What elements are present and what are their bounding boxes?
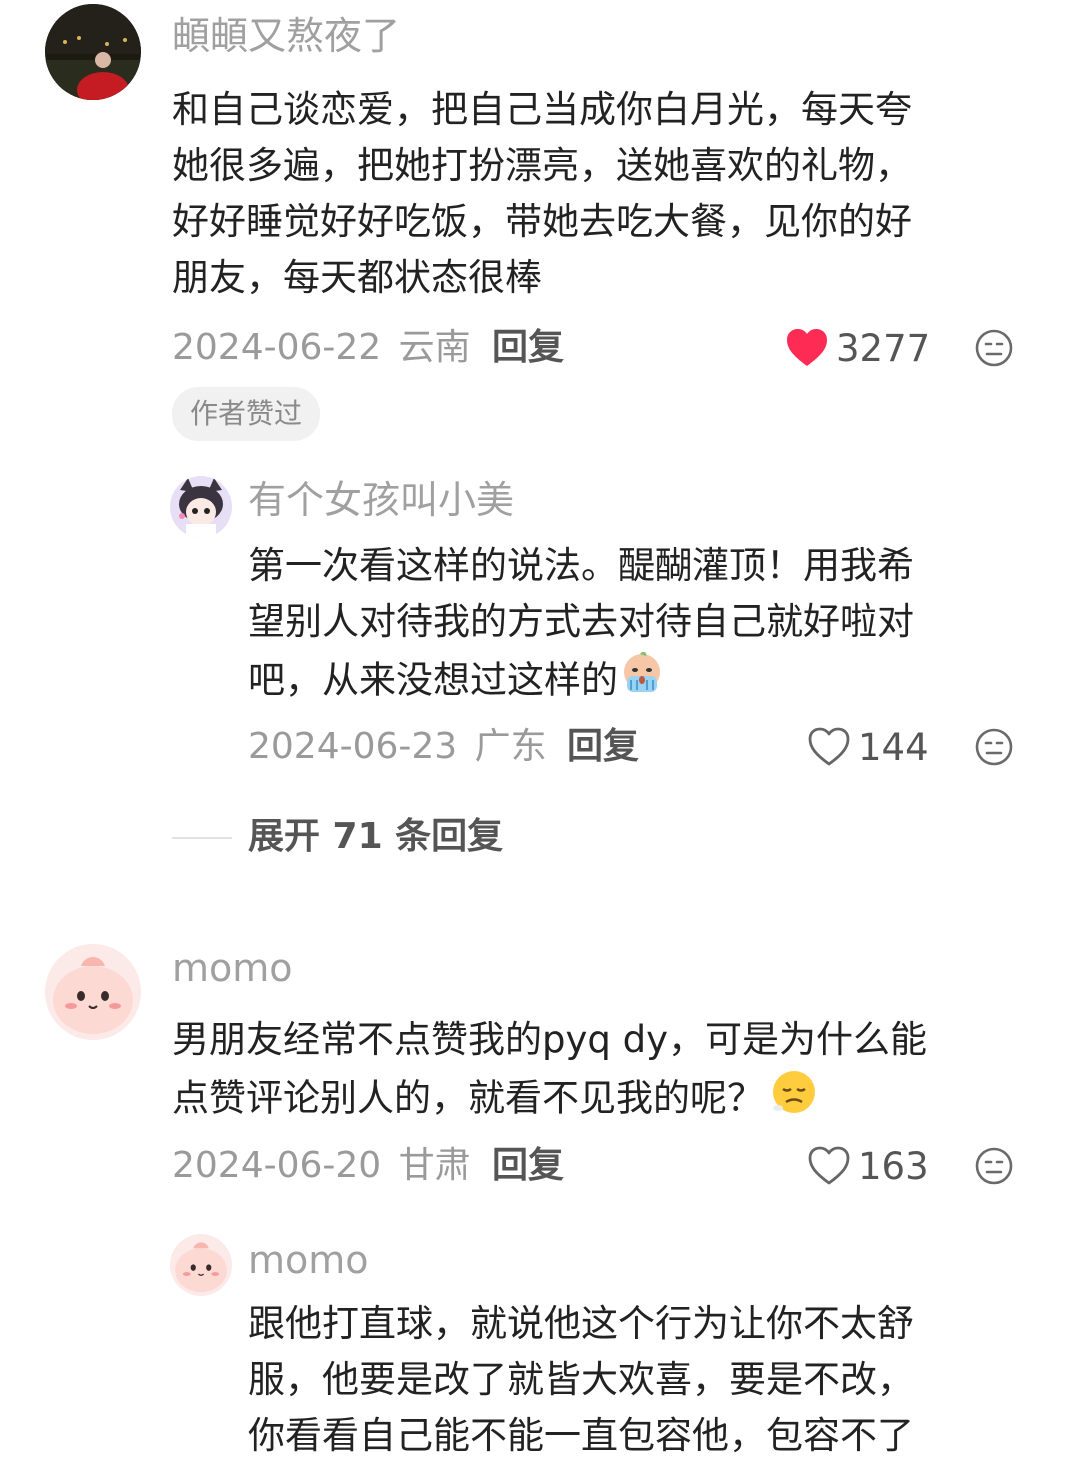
comment-username[interactable]: momo	[172, 946, 293, 992]
reply-button[interactable]: 回复	[492, 1144, 564, 1187]
reply-text-line: 服，他要是改了就皆大欢喜，要是不改，	[248, 1358, 914, 1401]
reply-username[interactable]: 有个女孩叫小美	[248, 478, 514, 524]
comment-text-line: 和自己谈恋爱，把自己当成你白月光，每天夸	[172, 88, 912, 131]
reply-text-line: 望别人对待我的方式去对待自己就好啦对	[248, 600, 914, 643]
reply-button[interactable]: 回复	[492, 326, 564, 369]
reply-username[interactable]: momo	[248, 1238, 369, 1284]
expand-replies-button[interactable]: 展开 71 条回复	[248, 815, 503, 858]
like-button[interactable]: 144	[808, 725, 929, 769]
crying-emoji-icon	[618, 650, 666, 714]
reply-text: 第一次看这样的说法。醍醐灌顶！用我希 望别人对待我的方式去对待自己就好啦对 吧，…	[248, 538, 1048, 714]
reply-meta: 2024-06-23 广东	[248, 725, 547, 768]
reply-text-line: 第一次看这样的说法。醍醐灌顶！用我希	[248, 544, 914, 587]
anime-cat-girl-avatar-icon	[170, 476, 232, 538]
dislike-button[interactable]	[975, 329, 1013, 367]
reply-date: 2024-06-23	[248, 726, 458, 767]
avatar[interactable]	[45, 4, 141, 100]
reply-text-line: 你看看自己能不能一直包容他，包容不了	[248, 1414, 914, 1457]
like-button[interactable]: 3277	[786, 326, 930, 370]
avatar[interactable]	[45, 944, 141, 1040]
dislike-button[interactable]	[975, 728, 1013, 766]
heart-filled-icon	[787, 329, 827, 366]
unhappy-face-icon	[975, 728, 1013, 766]
like-button[interactable]: 163	[808, 1144, 929, 1188]
comment-text-line: 好好睡觉好好吃饭，带她去吃大餐，见你的好	[172, 200, 912, 243]
reply-text-segment: 吧，从来没想过这样的	[248, 658, 618, 702]
like-count: 163	[858, 1144, 929, 1188]
like-count: 144	[858, 725, 929, 769]
comment-text-line: 点赞评论别人的，就看不见我的呢？	[172, 1068, 1052, 1132]
reply-text: 跟他打直球，就说他这个行为让你不太舒 服，他要是改了就皆大欢喜，要是不改， 你看…	[248, 1296, 1048, 1464]
comment-text-line: 她很多遍，把她打扮漂亮，送她喜欢的礼物，	[172, 144, 912, 187]
comment-meta: 2024-06-22 云南	[172, 326, 471, 369]
comment-text-line: 男朋友经常不点赞我的pyq dy，可是为什么能	[172, 1018, 928, 1061]
comment-username[interactable]: 頔頔又熬夜了	[172, 14, 400, 60]
reply-text-line: 跟他打直球，就说他这个行为让你不太舒	[248, 1302, 914, 1345]
pink-blob-avatar-icon	[45, 944, 141, 1040]
dislike-button[interactable]	[975, 1147, 1013, 1185]
reply-location: 广东	[474, 726, 547, 767]
heart-outline-icon	[808, 727, 850, 766]
comment-date: 2024-06-20	[172, 1145, 382, 1186]
comment-location: 云南	[398, 327, 471, 368]
reply-text-line: 吧，从来没想过这样的	[248, 650, 1048, 714]
comment-text: 男朋友经常不点赞我的pyq dy，可是为什么能 点赞评论别人的，就看不见我的呢？	[172, 1012, 1052, 1132]
reply-button[interactable]: 回复	[567, 725, 639, 768]
author-liked-badge: 作者赞过	[172, 387, 321, 441]
night-photo-avatar-icon	[45, 4, 141, 100]
comment-location: 甘肃	[398, 1145, 471, 1186]
unhappy-face-icon	[975, 329, 1013, 367]
comment-text-segment: 点赞评论别人的，就看不见我的呢？	[172, 1076, 764, 1120]
pink-blob-avatar-icon	[170, 1234, 232, 1296]
comment-date: 2024-06-22	[172, 327, 382, 368]
comment-text-line: 朋友，每天都状态很棒	[172, 256, 542, 299]
heart-outline-icon	[808, 1146, 850, 1185]
like-count: 3277	[836, 326, 931, 370]
comment-meta: 2024-06-20 甘肃	[172, 1144, 471, 1187]
avatar[interactable]	[170, 476, 232, 538]
avatar[interactable]	[170, 1234, 232, 1296]
comment-text: 和自己谈恋爱，把自己当成你白月光，每天夸 她很多遍，把她打扮漂亮，送她喜欢的礼物…	[172, 82, 1052, 306]
expand-divider	[172, 837, 232, 839]
sad-face-emoji-icon	[770, 1068, 818, 1132]
unhappy-face-icon	[975, 1147, 1013, 1185]
